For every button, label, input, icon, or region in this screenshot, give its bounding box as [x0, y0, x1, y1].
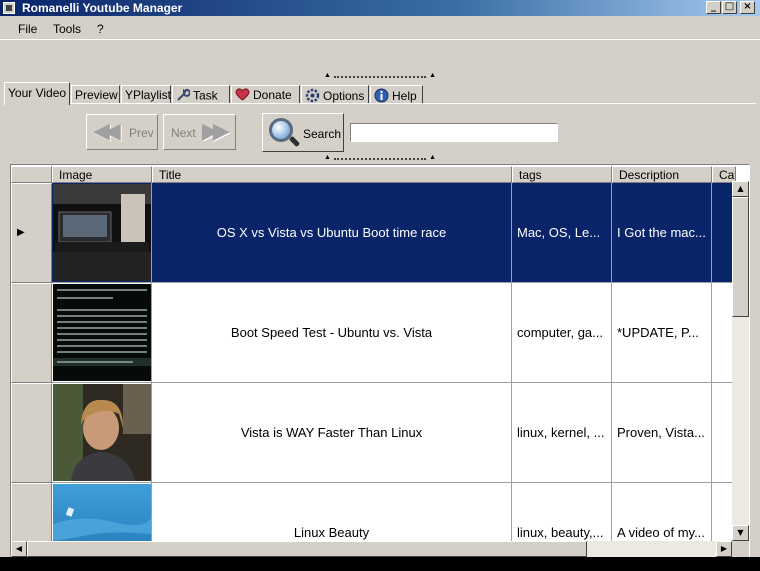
column-header-tags[interactable]: tags [512, 166, 612, 183]
prev-button[interactable]: ◀◀ Prev [86, 114, 158, 150]
column-header-title[interactable]: Title [152, 166, 512, 183]
horizontal-scroll-thumb[interactable] [27, 541, 587, 557]
title-cell[interactable]: Boot Speed Test - Ubuntu vs. Vista [152, 283, 512, 383]
thumbnail-cell[interactable] [52, 383, 152, 483]
current-row-indicator-icon: ▶ [17, 227, 25, 238]
tab-label: Task [193, 88, 218, 103]
title-bar[interactable]: Romanelli Youtube Manager _ □ × [0, 0, 760, 16]
tab-donate[interactable]: Donate [231, 85, 300, 104]
app-window: Romanelli Youtube Manager _ □ × File Too… [0, 0, 760, 557]
title-cell[interactable]: Vista is WAY Faster Than Linux [152, 383, 512, 483]
scrollbar-corner [732, 541, 749, 557]
vertical-scroll-thumb[interactable] [732, 197, 749, 317]
tab-label: Options [323, 89, 365, 104]
column-header-image[interactable]: Image [52, 166, 152, 183]
menu-file[interactable]: File [18, 22, 37, 36]
table-row[interactable]: Boot Speed Test - Ubuntu vs. Vista compu… [11, 283, 733, 383]
tab-help[interactable]: Help [370, 85, 423, 104]
tab-label: YPlaylist [125, 88, 172, 102]
scroll-up-button[interactable]: ▲ [732, 181, 749, 197]
description-cell[interactable]: *UPDATE, P... [612, 283, 712, 383]
window-title: Romanelli Youtube Manager [22, 1, 183, 15]
tab-label: Your Video [8, 86, 67, 100]
menu-bar: File Tools ? [0, 16, 760, 40]
thumbnail-cell[interactable] [52, 283, 152, 383]
tags-cell[interactable]: Mac, OS, Le... [512, 183, 612, 283]
description-cell[interactable]: Proven, Vista... [612, 383, 712, 483]
tab-label: Help [392, 89, 417, 104]
tab-your-video[interactable]: Your Video [4, 82, 70, 105]
search-button[interactable]: Search [262, 113, 344, 152]
description-cell[interactable]: I Got the mac... [612, 183, 712, 283]
splitter-grip-bottom[interactable]: ▲ ▲ [322, 154, 438, 162]
menu-help[interactable]: ? [97, 22, 104, 36]
tab-yplaylist[interactable]: YPlaylist [121, 85, 171, 104]
table-row[interactable]: Vista is WAY Faster Than Linux linux, ke… [11, 383, 733, 483]
thumbnail-cell[interactable] [52, 183, 152, 283]
scroll-left-button[interactable]: ◀ [11, 541, 27, 557]
scroll-down-button[interactable]: ▼ [732, 525, 749, 541]
row-header[interactable] [11, 283, 52, 383]
video-grid: Image Title tags Description Cat ▶ OS X … [10, 164, 750, 557]
video-thumbnail [53, 384, 151, 481]
rewind-icon: ◀◀ [93, 119, 121, 144]
tab-label: Donate [253, 88, 292, 103]
column-header-rowselect[interactable] [11, 166, 52, 183]
table-row[interactable]: ▶ OS X vs Vista vs Ubuntu Boot time race… [11, 183, 733, 283]
row-header[interactable] [11, 383, 52, 483]
minimize-button[interactable]: _ [706, 1, 721, 14]
tags-cell[interactable]: computer, ga... [512, 283, 612, 383]
horizontal-scrollbar[interactable]: ◀ ▶ [11, 541, 732, 557]
vertical-scrollbar[interactable]: ▲ ▼ [732, 181, 749, 541]
row-header[interactable]: ▶ [11, 183, 52, 283]
tags-cell[interactable]: linux, kernel, ... [512, 383, 612, 483]
menu-tools[interactable]: Tools [53, 22, 81, 36]
heart-icon [235, 88, 250, 104]
video-thumbnail [53, 284, 151, 381]
splitter-grip-top[interactable]: ▲ ▲ [322, 72, 438, 80]
fast-forward-icon: ▶▶ [202, 119, 230, 144]
title-cell[interactable]: OS X vs Vista vs Ubuntu Boot time race [152, 183, 512, 283]
video-thumbnail [53, 184, 151, 281]
category-cell[interactable] [712, 183, 733, 283]
scroll-right-button[interactable]: ▶ [716, 541, 732, 557]
tab-task[interactable]: Task [172, 85, 230, 104]
search-input[interactable] [350, 123, 558, 142]
tab-options[interactable]: Options [301, 85, 369, 104]
tab-preview[interactable]: Preview [71, 85, 120, 104]
next-button[interactable]: Next ▶▶ [163, 114, 236, 150]
column-header-description[interactable]: Description [612, 166, 712, 183]
tab-label: Preview [75, 88, 118, 102]
category-cell[interactable] [712, 283, 733, 383]
app-icon[interactable] [3, 2, 15, 14]
close-button[interactable]: × [740, 1, 755, 14]
category-cell[interactable] [712, 383, 733, 483]
tab-panel-border [4, 103, 756, 104]
maximize-button[interactable]: □ [722, 1, 737, 14]
